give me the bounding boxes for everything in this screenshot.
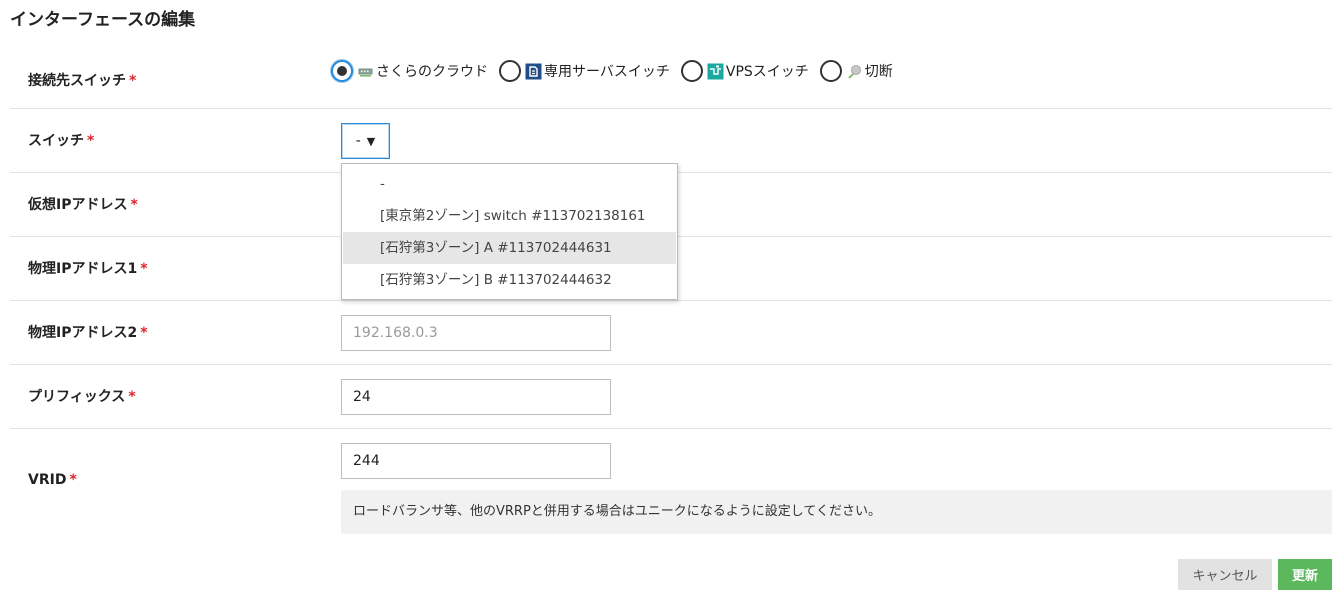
- vrid-input[interactable]: [341, 443, 611, 479]
- radio-option-vps-switch[interactable]: VPSスイッチ: [680, 60, 809, 82]
- connection-switch-label: 接続先スイッチ *: [28, 73, 137, 89]
- required-mark: *: [87, 133, 95, 149]
- radio-label: さくらのクラウド: [376, 64, 488, 80]
- radio-label: 専用サーバスイッチ: [544, 64, 670, 80]
- radio-button[interactable]: [680, 60, 703, 82]
- required-mark: *: [130, 197, 138, 213]
- vrid-label: VRID *: [28, 472, 77, 488]
- radio-label: VPSスイッチ: [725, 64, 809, 80]
- required-mark: *: [140, 261, 148, 277]
- required-mark: *: [129, 73, 137, 89]
- cloud-switch-icon: [358, 68, 373, 76]
- radio-label: 切断: [864, 64, 893, 80]
- page-title: インターフェースの編集: [10, 10, 196, 30]
- update-button[interactable]: 更新: [1278, 559, 1332, 590]
- vrid-help-note: ロードバランサ等、他のVRRPと併用する場合はユニークになるように設定してくださ…: [341, 490, 1332, 534]
- physical-ip2-input[interactable]: [341, 315, 611, 351]
- physical-ip1-label: 物理IPアドレス1 *: [28, 261, 148, 277]
- required-mark: *: [140, 325, 148, 341]
- switch-label: スイッチ *: [28, 133, 95, 149]
- switch-dropdown-menu: - [東京第2ゾーン] switch #113702138161 [石狩第3ゾー…: [341, 163, 678, 300]
- required-mark: *: [128, 389, 136, 405]
- radio-option-dedicated-server-switch[interactable]: 専用サーバスイッチ: [499, 60, 670, 82]
- dropdown-option[interactable]: [東京第2ゾーン] switch #113702138161: [343, 200, 676, 232]
- dropdown-option[interactable]: -: [343, 168, 676, 200]
- physical-ip2-label: 物理IPアドレス2 *: [28, 325, 148, 341]
- edit-interface-page: インターフェースの編集 接続先スイッチ * さくらのクラウド 専用サーバスイッチ…: [0, 0, 1335, 595]
- prefix-row: プリフィックス *: [10, 365, 1332, 429]
- radio-option-disconnect[interactable]: 切断: [819, 60, 893, 82]
- switch-select-value: -: [355, 133, 361, 149]
- radio-button[interactable]: [819, 60, 842, 82]
- virtual-ip-label: 仮想IPアドレス *: [28, 197, 138, 213]
- dedicated-server-icon: [525, 63, 542, 79]
- dropdown-option[interactable]: [石狩第3ゾーン] B #113702444632: [343, 264, 676, 296]
- prefix-label: プリフィックス *: [28, 389, 136, 405]
- radio-button-checked[interactable]: [331, 60, 353, 82]
- physical-ip2-row: 物理IPアドレス2 *: [10, 301, 1332, 365]
- caret-down-icon: ▼: [366, 134, 376, 148]
- prefix-input[interactable]: [341, 379, 611, 415]
- disconnect-icon: [848, 64, 861, 79]
- radio-option-sakura-cloud[interactable]: さくらのクラウド: [331, 60, 488, 82]
- cancel-button[interactable]: キャンセル: [1178, 559, 1272, 590]
- connection-switch-radio-group: さくらのクラウド 専用サーバスイッチ VPSスイッチ 切断: [331, 59, 904, 83]
- vps-switch-icon: [707, 63, 724, 79]
- required-mark: *: [69, 472, 77, 488]
- switch-select[interactable]: - ▼: [341, 123, 390, 159]
- radio-button[interactable]: [499, 60, 521, 82]
- dropdown-option-highlighted[interactable]: [石狩第3ゾーン] A #113702444631: [343, 232, 676, 264]
